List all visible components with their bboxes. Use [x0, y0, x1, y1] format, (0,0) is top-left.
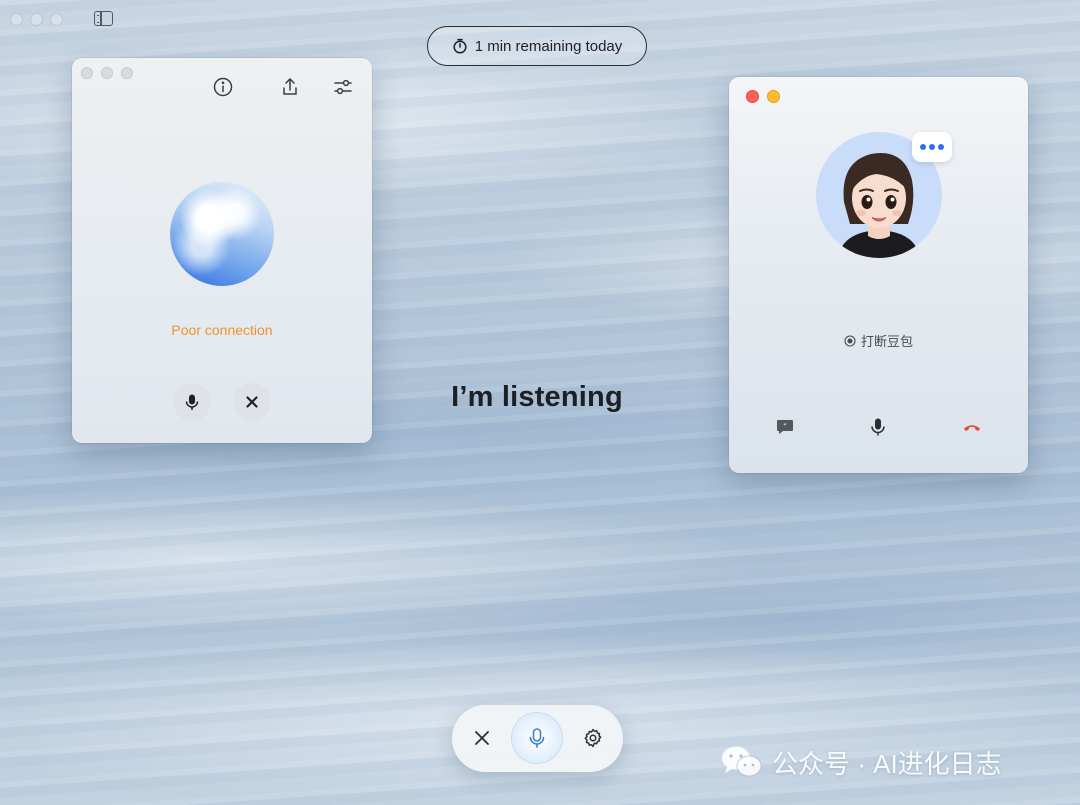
sidebar-toggle-icon[interactable] [94, 11, 113, 26]
svg-text:”: ” [783, 423, 787, 431]
zoom-window-button[interactable] [50, 13, 63, 26]
share-icon [283, 78, 297, 95]
minimize-window-button[interactable] [767, 90, 780, 103]
info-button[interactable] [211, 75, 235, 99]
mute-button[interactable] [866, 415, 890, 439]
typing-indicator [912, 132, 952, 162]
close-window-button[interactable] [81, 67, 93, 79]
typing-dot [920, 144, 926, 150]
minimize-window-button[interactable] [30, 13, 43, 26]
chat-bubble-icon: ” [777, 420, 793, 434]
settings-sliders-button[interactable] [331, 75, 355, 99]
share-button[interactable] [278, 75, 302, 99]
remaining-time-label: 1 min remaining today [474, 37, 623, 55]
voice-orb [170, 182, 274, 286]
listening-status: I’m listening [451, 381, 623, 413]
voice-call-window-right: 打断豆包 ” [729, 77, 1028, 473]
remaining-time-pill: 1 min remaining today [427, 26, 647, 66]
settings-button[interactable] [568, 713, 618, 763]
wechat-icon [722, 746, 762, 777]
microphone-icon [185, 394, 199, 410]
watermark: 公众号 · AI进化日志 [720, 744, 1002, 780]
connection-status: Poor connection [171, 322, 273, 338]
sliders-icon [334, 79, 352, 95]
microphone-icon [529, 728, 545, 748]
info-icon [213, 77, 233, 97]
record-target-icon [844, 334, 856, 347]
bottom-control-bar [452, 705, 623, 772]
hang-up-button[interactable] [960, 415, 984, 439]
stopwatch-icon [453, 38, 467, 54]
window-traffic-lights[interactable] [81, 67, 133, 79]
close-icon [246, 396, 258, 408]
voice-call-window-left: Poor connection [72, 58, 372, 443]
typing-dot [929, 144, 935, 150]
microphone-button[interactable] [512, 713, 562, 763]
subtitle-button[interactable]: ” [773, 415, 797, 439]
watermark-text: 公众号 · AI进化日志 [772, 748, 1002, 779]
minimize-window-button[interactable] [101, 67, 113, 79]
zoom-window-button[interactable] [121, 67, 133, 79]
interrupt-label: 打断豆包 [860, 334, 913, 349]
interrupt-button[interactable]: 打断豆包 [729, 331, 1028, 350]
close-window-button[interactable] [746, 90, 759, 103]
window-controls[interactable] [10, 13, 63, 26]
close-button[interactable] [457, 713, 507, 763]
hang-up-icon [964, 425, 980, 431]
window-traffic-lights[interactable] [746, 90, 780, 103]
mute-button[interactable] [173, 383, 211, 421]
close-icon [475, 731, 489, 745]
end-call-button[interactable] [233, 383, 271, 421]
typing-dot [938, 144, 944, 150]
gear-icon [584, 728, 602, 748]
microphone-icon [871, 418, 885, 436]
close-window-button[interactable] [10, 13, 23, 26]
